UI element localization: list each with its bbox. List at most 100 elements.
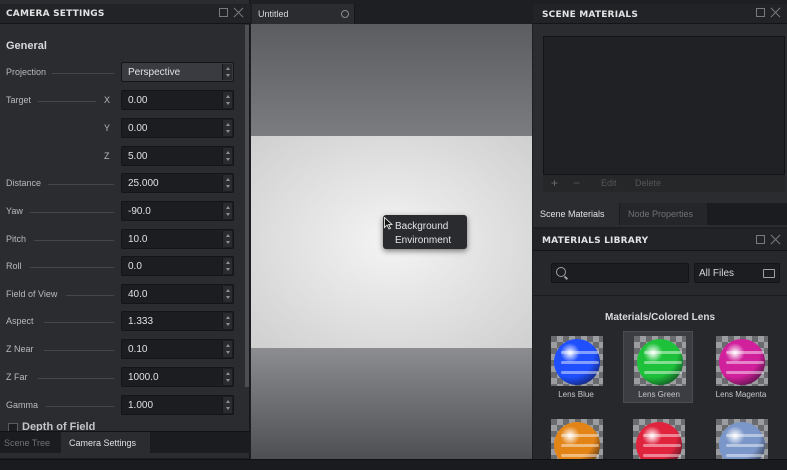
field-of-view-value: 40.0 [128,289,148,300]
environment-bottom [251,348,532,459]
axis-y-label: Y [104,123,111,133]
material-highlight [644,361,682,364]
edit-material-button[interactable]: Edit [601,178,617,188]
target-y-input[interactable]: 0.00 [121,118,234,138]
axis-z-label: Z [104,151,110,161]
close-icon[interactable] [770,234,781,245]
material-highlight [644,371,682,374]
stepper-icon[interactable] [222,397,232,413]
projection-row: Projection Perspective [0,62,245,84]
delete-material-button[interactable]: Delete [635,178,661,188]
z-near-input[interactable]: 0.10 [121,339,234,359]
library-category-title: Materials/Colored Lens [604,312,716,323]
projection-value: Perspective [128,67,181,78]
stepper-icon[interactable] [222,313,232,329]
section-general: General [6,40,47,52]
material-name: Lens Green [638,390,680,399]
stepper-icon[interactable] [222,92,232,108]
close-icon[interactable] [770,7,781,18]
material-lens-green[interactable]: Lens Green [623,331,693,403]
tab-camera-settings[interactable]: Camera Settings [61,432,150,454]
tab-viewport[interactable]: Untitled [252,4,355,24]
distance-label: Distance [6,178,42,188]
stepper-icon[interactable] [222,120,232,136]
yaw-label: Yaw [6,206,23,216]
close-icon[interactable] [233,7,244,18]
material-highlight [726,351,764,354]
material-highlight [726,454,764,457]
material-highlight [561,454,599,457]
aspect-value: 1.333 [128,316,154,327]
distance-value: 25.000 [128,178,159,189]
material-highlight [643,444,681,447]
yaw-row: Yaw -90.0 [0,201,245,223]
tab-scene-materials[interactable]: Scene Materials [533,203,619,225]
material-thumbnail [634,336,686,386]
context-menu: Background Environment [383,215,467,249]
z-far-input[interactable]: 1000.0 [121,367,234,387]
stepper-icon[interactable] [222,286,232,302]
tab-scene-tree[interactable]: Scene Tree [0,432,60,454]
gamma-input[interactable]: 1.000 [121,395,234,415]
material-sphere [637,339,683,385]
stepper-icon[interactable] [222,341,232,357]
z-near-value: 0.10 [128,344,148,355]
yaw-input[interactable]: -90.0 [121,201,234,221]
stepper-icon[interactable] [222,258,232,274]
target-z-row: Z 5.00 [0,146,245,168]
stepper-icon[interactable] [222,369,232,385]
target-z-input[interactable]: 5.00 [121,146,234,166]
material-highlight [726,371,764,374]
right-tab-bar: Scene Materials Node Properties [533,203,787,225]
unsaved-dot-icon[interactable] [341,10,349,18]
gamma-value: 1.000 [128,400,154,411]
scene-materials-panel: SCENE MATERIALS + − Edit Delete [533,4,787,227]
stepper-icon[interactable] [222,148,232,164]
material-highlight [561,351,599,354]
divider [52,73,114,74]
scene-materials-list[interactable] [543,36,785,191]
roll-row: Roll 0.0 [0,256,245,278]
library-search-input[interactable] [551,263,689,283]
stepper-icon[interactable] [222,175,232,191]
scrollbar[interactable] [245,25,249,387]
divider [34,240,114,241]
aspect-input[interactable]: 1.333 [121,311,234,331]
target-x-input[interactable]: 0.00 [121,90,234,110]
roll-input[interactable]: 0.0 [121,256,234,276]
material-name: Lens Magenta [715,390,767,399]
tab-node-properties[interactable]: Node Properties [620,203,707,225]
stepper-icon[interactable] [222,203,232,219]
file-filter-value: All Files [699,268,735,279]
target-y-value: 0.00 [128,123,148,134]
maximize-icon[interactable] [756,235,765,244]
dropdown-arrows-icon[interactable] [222,64,232,80]
maximize-icon[interactable] [219,8,228,17]
aspect-row: Aspect 1.333 [0,311,245,333]
add-material-button[interactable]: + [551,176,558,190]
field-of-view-label: Field of View [6,289,58,299]
divider [66,295,114,296]
left-tab-bar: Scene Tree Camera Settings [0,431,250,454]
pitch-input[interactable]: 10.0 [121,229,234,249]
folder-icon[interactable] [763,269,775,278]
field-of-view-row: Field of View 40.0 [0,284,245,306]
remove-material-button[interactable]: − [573,176,580,190]
menu-item-background[interactable]: Background [395,221,448,232]
stepper-icon[interactable] [222,231,232,247]
material-highlight [726,434,764,437]
field-of-view-input[interactable]: 40.0 [121,284,234,304]
camera-settings-panel: CAMERA SETTINGS General Projection Persp… [0,0,250,458]
material-lens-blue[interactable]: Lens Blue [541,332,611,404]
material-lens-magenta[interactable]: Lens Magenta [706,332,776,404]
file-filter-select[interactable]: All Files [694,263,780,283]
panel-title: CAMERA SETTINGS [6,9,105,19]
search-icon [556,267,566,277]
projection-select[interactable]: Perspective [121,62,234,82]
maximize-icon[interactable] [756,8,765,17]
materials-library-header: MATERIALS LIBRARY [533,229,787,251]
distance-input[interactable]: 25.000 [121,173,234,193]
menu-item-environment[interactable]: Environment [395,235,451,246]
roll-label: Roll [6,261,22,271]
divider [533,295,787,296]
